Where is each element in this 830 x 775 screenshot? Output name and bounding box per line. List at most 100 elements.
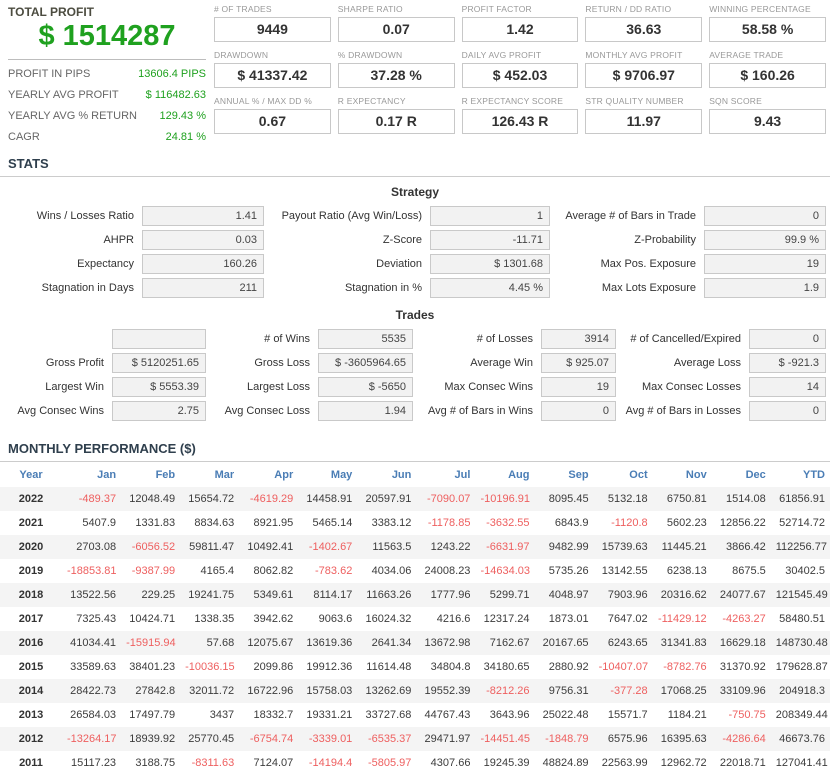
summary-label: YEARLY AVG PROFIT <box>8 89 119 101</box>
month-value-cell: 12856.22 <box>719 517 766 529</box>
column-header: Apr <box>274 469 294 481</box>
total-profit-value: $ 1514287 <box>38 20 176 52</box>
metric-value: 0.17 R <box>337 109 455 134</box>
month-value-cell: 2099.86 <box>253 661 294 673</box>
metric-label: MONTHLY AVG PROFIT <box>585 50 683 60</box>
stat-value-box: 14 <box>749 377 826 397</box>
metric-value: 9.43 <box>709 109 826 134</box>
stat-value-box <box>112 329 206 349</box>
month-value-cell: 112256.77 <box>775 541 827 553</box>
month-value-cell: 15117.23 <box>70 757 117 769</box>
month-value-cell: -14451.45 <box>480 733 530 745</box>
total-profit-panel: TOTAL PROFIT $ 1514287 PROFIT IN PIPS 136… <box>8 4 206 148</box>
year-cell: 2014 <box>18 685 44 697</box>
stat-value-box: 1.9 <box>704 278 826 298</box>
month-value-cell: 17497.79 <box>129 709 176 721</box>
stat-value-box: $ 5553.39 <box>112 377 206 397</box>
month-value-cell: 32011.72 <box>189 685 235 697</box>
stat-value-box: 4.45 % <box>430 278 550 298</box>
month-value-cell: 29471.97 <box>424 733 471 745</box>
month-value-cell: 41034.41 <box>70 637 117 649</box>
metric-value: 36.63 <box>585 17 703 42</box>
month-value-cell: -10407.07 <box>598 661 649 673</box>
stat-value-box: $ 925.07 <box>541 353 616 373</box>
month-value-cell: 19912.36 <box>306 661 353 673</box>
month-value-cell: -6056.52 <box>131 541 176 553</box>
strategy-stats-grid: Wins / Losses Ratio 1.41 Payout Ratio (Avg… <box>0 204 830 300</box>
month-value-cell: 9063.6 <box>318 613 353 625</box>
metric-card: STR QUALITY NUMBER 11.97 <box>585 96 703 134</box>
stat-value-box: 0 <box>749 329 826 349</box>
metric-label: % DRAWDOWN <box>337 50 403 60</box>
month-value-cell: -8212.26 <box>486 685 530 697</box>
month-value-cell: 19331.21 <box>306 709 353 721</box>
year-cell: 2020 <box>18 541 44 553</box>
month-value-cell: 13142.55 <box>601 565 648 577</box>
metric-value: $ 160.26 <box>709 63 826 88</box>
month-value-cell: 4034.06 <box>371 565 412 577</box>
month-value-cell: 8114.17 <box>313 589 353 601</box>
month-value-cell: 5602.23 <box>666 517 707 529</box>
column-header: Mar <box>214 469 235 481</box>
stat-value-box: -11.71 <box>430 230 550 250</box>
stat-label: Z-Probability <box>634 234 696 246</box>
year-cell: 2016 <box>18 637 44 649</box>
month-value-cell: 31370.92 <box>719 661 766 673</box>
month-value-cell: 7647.02 <box>607 613 648 625</box>
month-value-cell: 30402.5 <box>785 565 825 577</box>
stat-value-box: 1.41 <box>142 206 264 226</box>
month-value-cell: -6631.97 <box>486 541 530 553</box>
metric-label: DAILY AVG PROFIT <box>461 50 542 60</box>
month-value-cell: 57.68 <box>206 637 235 649</box>
month-value-cell: 7124.07 <box>253 757 294 769</box>
metric-value: 9449 <box>214 17 331 42</box>
month-value-cell: 12075.67 <box>247 637 294 649</box>
metric-value: 126.43 R <box>461 109 579 134</box>
metric-label: STR QUALITY NUMBER <box>585 96 684 106</box>
month-value-cell: -3632.55 <box>486 517 530 529</box>
year-cell: 2017 <box>18 613 44 625</box>
month-value-cell: 3643.96 <box>489 709 530 721</box>
table-row: 2021 5407.9 1331.83 8834.63 8921.95 5465.14 33… <box>0 511 830 535</box>
metric-label: SHARPE RATIO <box>337 4 403 14</box>
metric-card: % DRAWDOWN 37.28 % <box>337 50 455 88</box>
monthly-table-head: Year Jan Feb Mar Apr May Jun Jul Aug Sep Oct Nov Dec… <box>0 462 830 487</box>
month-value-cell: 2703.08 <box>76 541 117 553</box>
stat-value-box: 0 <box>541 401 616 421</box>
month-value-cell: 1331.83 <box>135 517 176 529</box>
metric-card: MONTHLY AVG PROFIT $ 9706.97 <box>585 50 703 88</box>
table-row: 2019 -18853.81 -9387.99 4165.4 8062.82 -783.6… <box>0 559 830 583</box>
metric-label: AVERAGE TRADE <box>709 50 784 60</box>
stat-value-box: 1.94 <box>318 401 413 421</box>
month-value-cell: 13619.36 <box>306 637 353 649</box>
column-header: Sep <box>568 469 589 481</box>
month-value-cell: -6754.74 <box>249 733 294 745</box>
metric-value: 58.58 % <box>709 17 826 42</box>
month-value-cell: 2880.92 <box>548 661 589 673</box>
trades-stats-grid: # of Wins 5535 # of Losses 3914 # of Cancell… <box>0 327 830 423</box>
backtest-report: TOTAL PROFIT $ 1514287 PROFIT IN PIPS 136… <box>0 0 830 775</box>
month-value-cell: 3942.62 <box>253 613 294 625</box>
month-value-cell: 16024.32 <box>365 613 412 625</box>
month-value-cell: 121545.49 <box>775 589 828 601</box>
column-header: Jul <box>454 469 471 481</box>
month-value-cell: 19552.39 <box>424 685 471 697</box>
stat-value-box: 211 <box>142 278 264 298</box>
stat-label: Deviation <box>376 258 422 270</box>
stat-value-box: 2.75 <box>112 401 206 421</box>
month-value-cell: 28422.73 <box>70 685 117 697</box>
month-value-cell: 16629.18 <box>719 637 766 649</box>
month-value-cell: 38401.23 <box>129 661 176 673</box>
month-value-cell: 8675.5 <box>732 565 766 577</box>
metric-label: R EXPECTANCY <box>337 96 406 106</box>
stat-value-box: 0 <box>704 206 826 226</box>
stat-label: Max Pos. Exposure <box>600 258 696 270</box>
month-value-cell: 44767.43 <box>424 709 471 721</box>
metric-card: ANNUAL % / MAX DD % 0.67 <box>214 96 331 134</box>
stat-value-box: $ -921.3 <box>749 353 826 373</box>
month-value-cell: 18939.92 <box>129 733 176 745</box>
metric-label: # OF TRADES <box>214 4 272 14</box>
summary-label: YEARLY AVG % RETURN <box>8 110 137 122</box>
stat-label: Expectancy <box>77 258 134 270</box>
metric-value: 1.42 <box>461 17 579 42</box>
